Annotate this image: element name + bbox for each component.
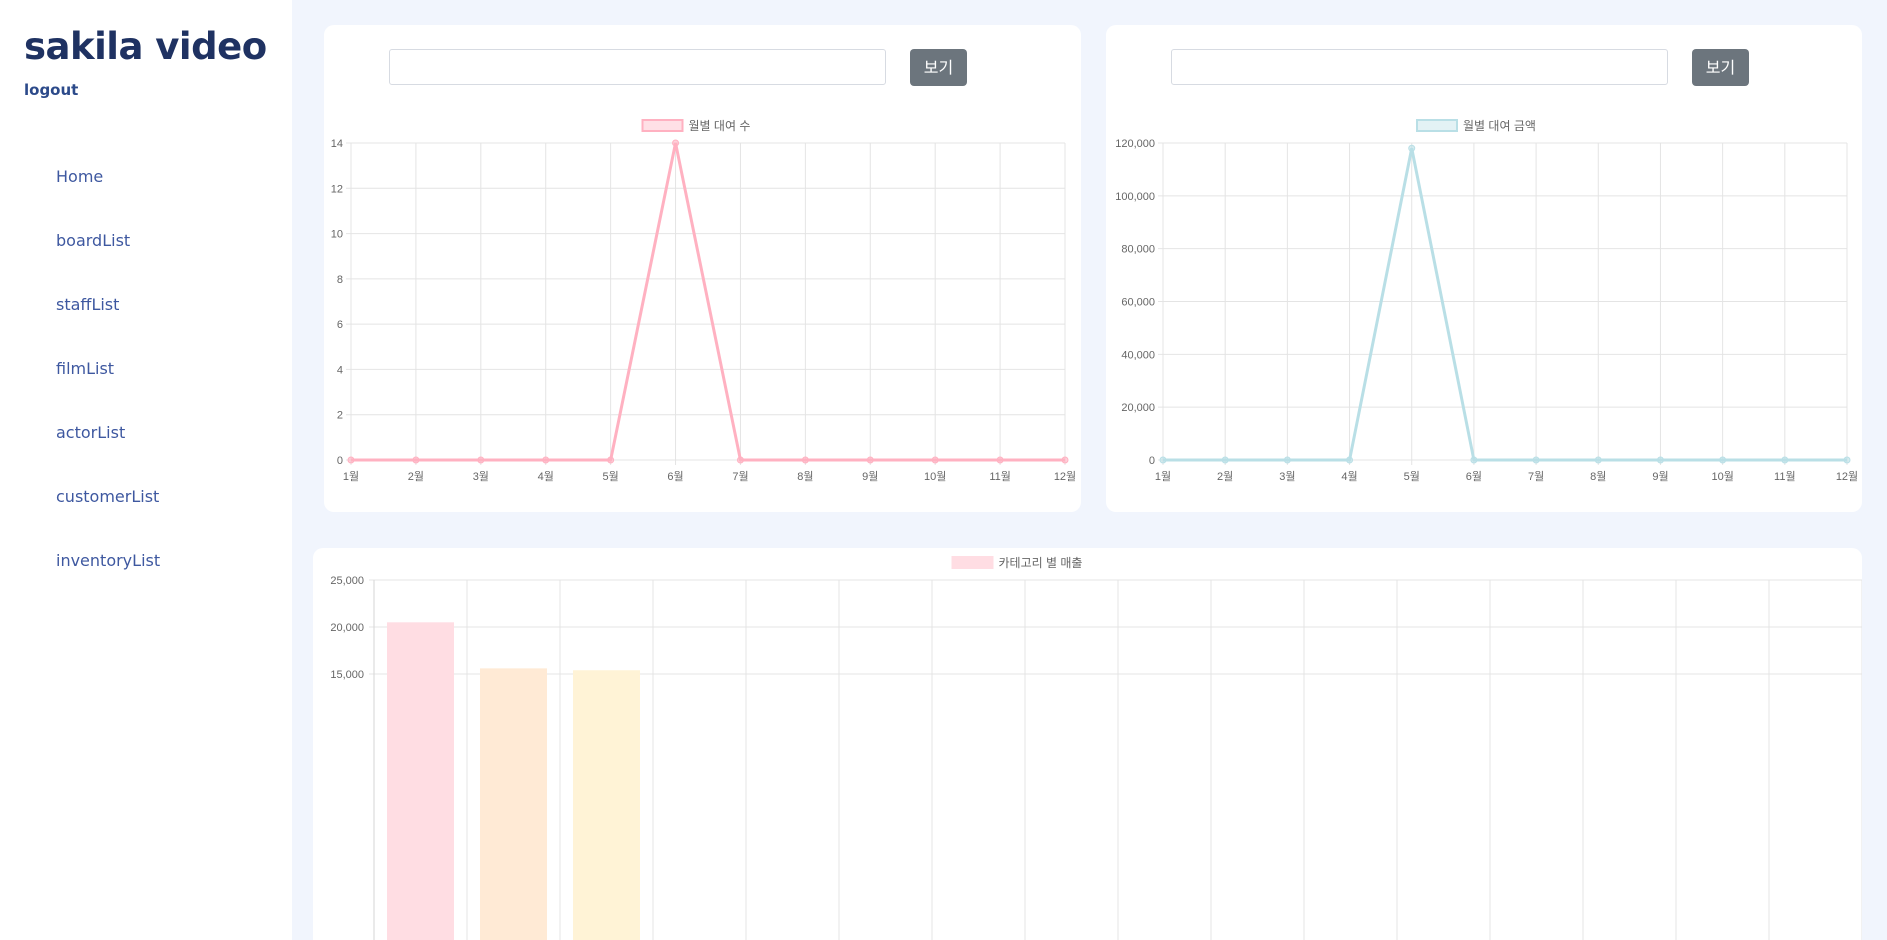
data-point	[1408, 144, 1416, 152]
x-tick-label: 2월	[1217, 470, 1233, 483]
data-point	[866, 456, 874, 464]
y-tick-label: 15,000	[330, 669, 364, 681]
y-tick-label: 6	[337, 319, 343, 331]
data-point	[1656, 456, 1664, 464]
data-point	[672, 139, 680, 147]
y-tick-label: 25,000	[330, 575, 364, 587]
x-tick-label: 12월	[1054, 470, 1076, 483]
data-point	[347, 456, 355, 464]
legend-swatch	[951, 556, 994, 569]
y-tick-label: 14	[331, 138, 343, 150]
data-point	[1843, 456, 1851, 464]
x-tick-label: 9월	[862, 470, 878, 483]
data-point	[1221, 456, 1229, 464]
data-point	[1283, 456, 1291, 464]
category-bar	[573, 670, 640, 940]
x-tick-label: 7월	[732, 470, 748, 483]
sidebar: sakila video logout Home boardList staff…	[0, 0, 292, 940]
series-line	[351, 142, 1065, 462]
x-tick-label: 12월	[1836, 470, 1858, 483]
category-bar	[387, 622, 454, 940]
y-tick-label: 8	[337, 274, 343, 286]
x-tick-label: 4월	[538, 470, 554, 483]
x-tick-label: 7월	[1528, 470, 1544, 483]
data-point	[542, 456, 550, 464]
y-tick-label: 120,000	[1115, 138, 1155, 150]
sidebar-item-actorlist[interactable]: actorList	[56, 423, 125, 442]
y-tick-label: 12	[331, 183, 343, 195]
x-tick-label: 10월	[924, 470, 946, 483]
data-point	[931, 456, 939, 464]
data-point	[996, 456, 1004, 464]
x-tick-label: 6월	[667, 470, 683, 483]
logout-link[interactable]: logout	[24, 81, 78, 99]
monthly-rental-count-card: 보기 월별 대여 수 0 2 4 6 8 10 12 14 1월 2월 3월 4월 5월 6월 7월 8월 9월 1…	[324, 25, 1081, 512]
data-point	[1061, 456, 1069, 464]
data-point	[736, 456, 744, 464]
x-tick-label: 6월	[1466, 470, 1482, 483]
x-tick-label: 4월	[1341, 470, 1357, 483]
monthly-rental-amount-chart: 월별 대여 금액 0 20,000 40,000 60,000 80,000 100,000…	[1115, 119, 1858, 483]
brand-title: sakila video	[24, 25, 267, 68]
sidebar-item-filmlist[interactable]: filmList	[56, 359, 114, 378]
monthly-rental-amount-card: 보기 월별 대여 금액 0 20,000 40,000 60,000 80,000 100,…	[1106, 25, 1862, 512]
x-tick-label: 9월	[1652, 470, 1668, 483]
y-tick-label: 80,000	[1121, 244, 1155, 256]
data-point	[607, 456, 615, 464]
category-sales-card: 카테고리 별 매출 25,000 20,000 15,000	[313, 548, 1862, 940]
legend-label: 월별 대여 금액	[1463, 119, 1536, 133]
y-tick-label: 20,000	[1121, 402, 1155, 414]
sidebar-item-inventorylist[interactable]: inventoryList	[56, 551, 160, 570]
x-tick-label: 11월	[989, 470, 1011, 483]
data-point	[1532, 456, 1540, 464]
category-sales-chart: 카테고리 별 매출 25,000 20,000 15,000	[330, 556, 1862, 940]
data-point	[1719, 456, 1727, 464]
data-point	[412, 456, 420, 464]
y-tick-label: 20,000	[330, 622, 364, 634]
y-tick-label: 40,000	[1121, 349, 1155, 361]
sidebar-item-customerlist[interactable]: customerList	[56, 487, 159, 506]
x-tick-label: 8월	[1590, 470, 1606, 483]
series-line	[1163, 147, 1847, 462]
legend-label: 카테고리 별 매출	[999, 556, 1083, 570]
x-tick-label: 11월	[1774, 470, 1796, 483]
x-tick-label: 1월	[1155, 470, 1171, 483]
y-tick-label: 60,000	[1121, 297, 1155, 309]
x-tick-label: 5월	[1404, 470, 1420, 483]
legend-label: 월별 대여 수	[689, 119, 751, 133]
x-tick-label: 3월	[1279, 470, 1295, 483]
data-point	[801, 456, 809, 464]
legend-swatch	[1416, 119, 1458, 132]
data-point	[1159, 456, 1167, 464]
data-point	[1594, 456, 1602, 464]
sidebar-item-boardlist[interactable]: boardList	[56, 231, 130, 250]
x-tick-label: 8월	[797, 470, 813, 483]
x-tick-label: 3월	[473, 470, 489, 483]
y-tick-label: 2	[337, 410, 343, 422]
y-tick-label: 100,000	[1115, 191, 1155, 203]
x-tick-label: 2월	[408, 470, 424, 483]
y-tick-label: 0	[337, 455, 343, 467]
x-tick-label: 10월	[1711, 470, 1733, 483]
y-tick-label: 0	[1149, 455, 1155, 467]
data-point	[1346, 456, 1354, 464]
category-bar	[480, 668, 547, 940]
legend-swatch	[641, 119, 684, 132]
x-tick-label: 1월	[343, 470, 359, 483]
data-point	[1470, 456, 1478, 464]
data-point	[477, 456, 485, 464]
sidebar-item-home[interactable]: Home	[56, 167, 103, 186]
monthly-rental-count-chart: 월별 대여 수 0 2 4 6 8 10 12 14 1월 2월 3월 4월 5월 6월 7월 8월 9월 10월 1…	[331, 119, 1076, 483]
y-tick-label: 10	[331, 229, 343, 241]
x-tick-label: 5월	[603, 470, 619, 483]
y-tick-label: 4	[337, 364, 343, 376]
sidebar-item-stafflist[interactable]: staffList	[56, 295, 119, 314]
data-point	[1781, 456, 1789, 464]
